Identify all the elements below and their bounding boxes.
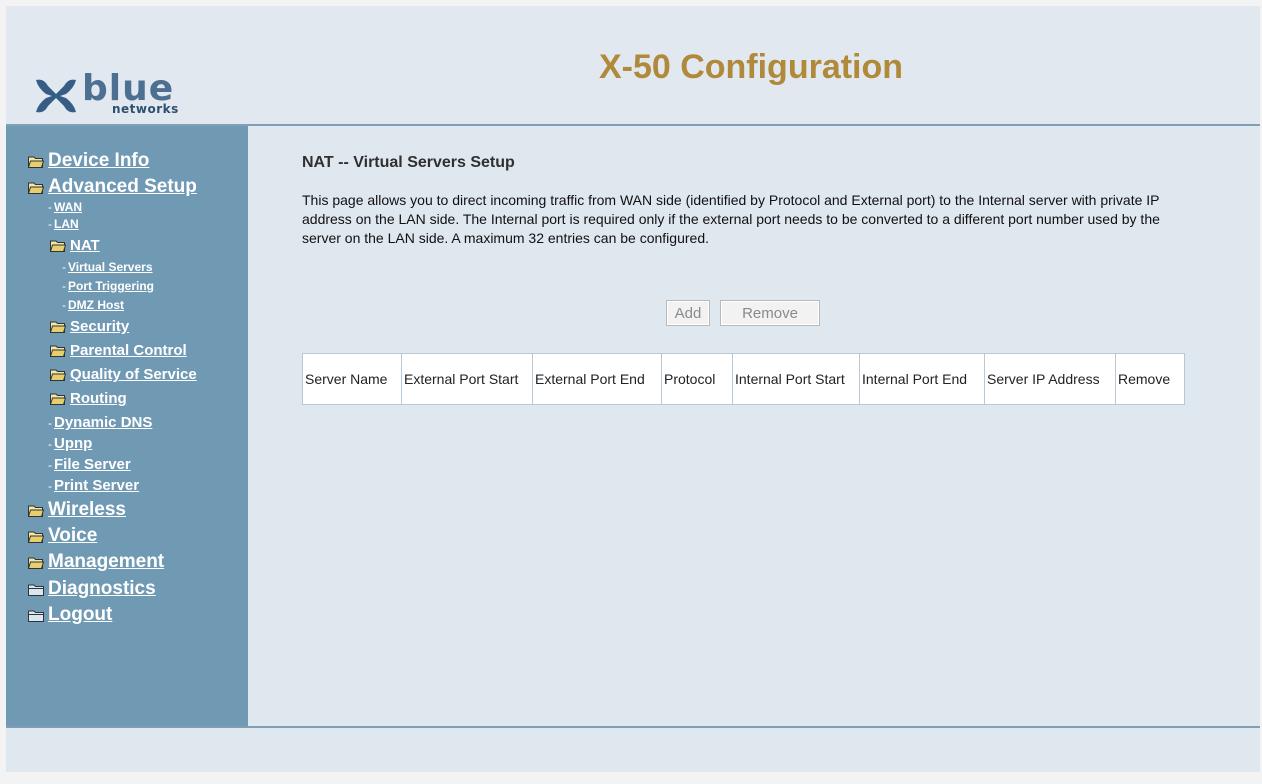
sidebar: Device Info Advanced Setup - WAN - LAN N…	[6, 126, 248, 726]
section-title: NAT -- Virtual Servers Setup	[302, 154, 515, 171]
folder-open-icon	[50, 392, 66, 405]
folder-open-icon	[50, 320, 66, 333]
sidebar-item-dmz-host[interactable]: - DMZ Host	[62, 298, 124, 312]
column-header-internal-port-start: Internal Port Start	[732, 353, 860, 405]
sidebar-item-label[interactable]: Quality of Service	[70, 366, 197, 383]
header: blue networks X-50 Configuration	[6, 6, 1260, 126]
sidebar-item-logout[interactable]: Logout	[28, 604, 112, 626]
folder-open-icon	[28, 181, 44, 194]
sidebar-item-management[interactable]: Management	[28, 551, 164, 573]
column-header-external-port-end: External Port End	[532, 353, 662, 405]
sidebar-item-file-server[interactable]: - File Server	[48, 456, 131, 473]
sidebar-item-routing[interactable]: Routing	[50, 390, 127, 407]
sidebar-item-label[interactable]: DMZ Host	[68, 298, 124, 312]
sidebar-item-wireless[interactable]: Wireless	[28, 499, 126, 521]
sidebar-item-security[interactable]: Security	[50, 318, 129, 335]
sidebar-item-device-info[interactable]: Device Info	[28, 150, 149, 172]
main-content: NAT -- Virtual Servers Setup This page a…	[248, 126, 1260, 726]
folder-open-icon	[50, 368, 66, 381]
sidebar-item-label[interactable]: Wireless	[48, 499, 126, 521]
sidebar-item-label[interactable]: Voice	[48, 525, 97, 547]
sidebar-item-label[interactable]: Port Triggering	[68, 279, 154, 293]
sidebar-item-label[interactable]: Upnp	[54, 435, 92, 452]
folder-open-icon	[28, 504, 44, 517]
column-header-remove: Remove	[1115, 353, 1185, 405]
sidebar-item-label[interactable]: Parental Control	[70, 342, 187, 359]
column-header-protocol: Protocol	[661, 353, 733, 405]
sidebar-item-label[interactable]: Dynamic DNS	[54, 414, 152, 431]
sidebar-item-nat[interactable]: NAT	[50, 237, 100, 254]
sidebar-item-label[interactable]: Routing	[70, 390, 127, 407]
column-header-internal-port-end: Internal Port End	[859, 353, 985, 405]
folder-open-icon	[50, 344, 66, 357]
column-header-server-ip-address: Server IP Address	[984, 353, 1116, 405]
sidebar-item-label[interactable]: Advanced Setup	[48, 176, 197, 198]
page-description: This page allows you to direct incoming …	[302, 192, 1160, 246]
add-button[interactable]: Add	[666, 300, 710, 326]
logo-x-icon	[36, 79, 76, 113]
sidebar-item-virtual-servers[interactable]: - Virtual Servers	[62, 260, 153, 274]
page-title: X-50 Configuration	[598, 48, 904, 86]
remove-button[interactable]: Remove	[720, 300, 820, 326]
footer	[6, 726, 1260, 772]
virtual-servers-table: Server Name External Port Start External…	[302, 353, 1185, 405]
column-header-server-name: Server Name	[302, 353, 402, 405]
sidebar-item-label[interactable]: LAN	[54, 217, 79, 231]
folder-open-icon	[50, 239, 66, 252]
sidebar-item-label[interactable]: Virtual Servers	[68, 260, 153, 274]
sidebar-item-label[interactable]: Management	[48, 551, 164, 573]
folder-open-icon	[28, 530, 44, 543]
sidebar-item-quality-of-service[interactable]: Quality of Service	[50, 366, 197, 383]
folder-open-icon	[28, 556, 44, 569]
sidebar-item-print-server[interactable]: - Print Server	[48, 477, 139, 494]
sidebar-item-label[interactable]: Logout	[48, 604, 112, 626]
sidebar-item-label[interactable]: NAT	[70, 237, 100, 254]
sidebar-item-advanced-setup[interactable]: Advanced Setup	[28, 176, 197, 198]
sidebar-item-label[interactable]: WAN	[54, 200, 82, 214]
sidebar-item-upnp[interactable]: - Upnp	[48, 435, 92, 452]
sidebar-item-label[interactable]: Diagnostics	[48, 578, 156, 600]
sidebar-item-label[interactable]: Security	[70, 318, 129, 335]
sidebar-item-parental-control[interactable]: Parental Control	[50, 342, 187, 359]
sidebar-item-label[interactable]: Print Server	[54, 477, 139, 494]
column-header-external-port-start: External Port Start	[401, 353, 533, 405]
sidebar-item-wan[interactable]: - WAN	[48, 200, 82, 214]
sidebar-item-port-triggering[interactable]: - Port Triggering	[62, 279, 154, 293]
brand-logo: blue networks	[34, 68, 224, 120]
sidebar-item-dynamic-dns[interactable]: - Dynamic DNS	[48, 414, 152, 431]
folder-closed-icon	[28, 583, 44, 596]
folder-open-icon	[28, 155, 44, 168]
sidebar-item-diagnostics[interactable]: Diagnostics	[28, 578, 156, 600]
sidebar-item-label[interactable]: File Server	[54, 456, 131, 473]
logo-subtext: networks	[112, 102, 179, 116]
sidebar-item-voice[interactable]: Voice	[28, 525, 97, 547]
folder-closed-icon	[28, 609, 44, 622]
table-header-row: Server Name External Port Start External…	[302, 353, 1185, 405]
sidebar-item-lan[interactable]: - LAN	[48, 217, 79, 231]
sidebar-item-label[interactable]: Device Info	[48, 150, 149, 172]
page-frame: blue networks X-50 Configuration Device …	[6, 6, 1260, 772]
